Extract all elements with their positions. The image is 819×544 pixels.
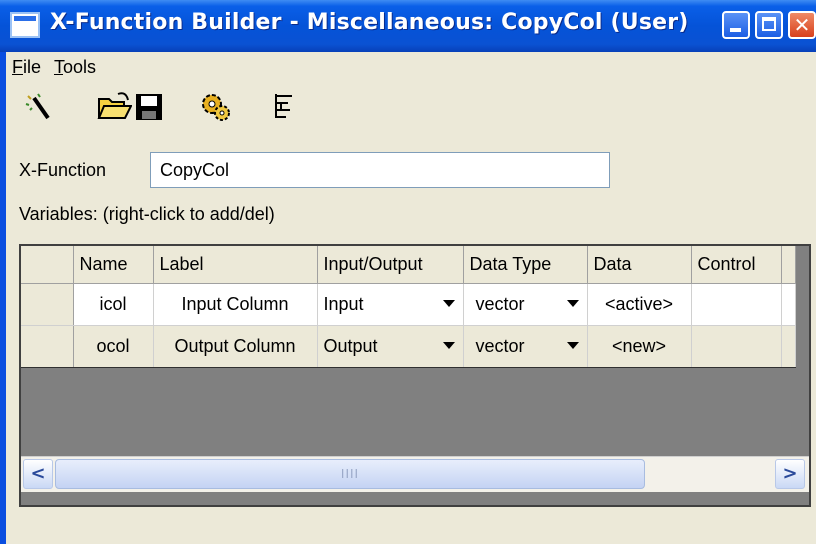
- scroll-thumb[interactable]: IIII: [55, 459, 645, 489]
- cell-data[interactable]: <new>: [587, 325, 692, 368]
- scroll-right-button[interactable]: >: [775, 459, 805, 489]
- header-filler: [781, 246, 796, 284]
- cell-filler: [781, 325, 796, 368]
- close-icon: ✕: [793, 13, 811, 37]
- header-label[interactable]: Label: [153, 246, 318, 284]
- cell-label[interactable]: Output Column: [153, 325, 318, 368]
- window-title: X-Function Builder - Miscellaneous: Copy…: [50, 10, 689, 35]
- header-input-output[interactable]: Input/Output: [317, 246, 464, 284]
- chevron-down-icon[interactable]: [566, 341, 579, 349]
- compile-button[interactable]: [198, 88, 234, 124]
- new-wizard-icon: [25, 93, 50, 120]
- menu-file[interactable]: File: [12, 57, 41, 78]
- new-wizard-button[interactable]: [20, 88, 56, 124]
- cell-data[interactable]: <active>: [587, 283, 692, 326]
- tree-view-button[interactable]: [268, 88, 304, 124]
- cell-data-type[interactable]: vector: [463, 325, 588, 368]
- minimize-icon: [730, 28, 741, 32]
- toolbar: [6, 88, 816, 132]
- save-disk-icon: [136, 94, 162, 120]
- horizontal-scrollbar[interactable]: < IIII >: [21, 456, 809, 492]
- scroll-left-button[interactable]: <: [23, 459, 53, 489]
- variables-table: Name Label Input/Output Data Type Data C…: [21, 246, 796, 368]
- cell-input-output[interactable]: Input: [317, 283, 464, 326]
- cell-data-type[interactable]: vector: [463, 283, 588, 326]
- tree-view-icon: [275, 94, 292, 118]
- open-folder-icon: [97, 92, 133, 119]
- cell-control[interactable]: [691, 325, 782, 368]
- table-row[interactable]: ocol Output Column Output vector <new>: [21, 325, 796, 368]
- corner-header: [21, 246, 74, 284]
- app-window: X-Function Builder - Miscellaneous: Copy…: [0, 0, 816, 544]
- gears-icon: [202, 94, 230, 121]
- maximize-icon: [762, 17, 776, 31]
- row-header[interactable]: [21, 325, 74, 368]
- menu-file-mnemonic: F: [12, 57, 23, 77]
- chevron-down-icon[interactable]: [442, 299, 455, 307]
- variables-grid[interactable]: Name Label Input/Output Data Type Data C…: [19, 244, 811, 507]
- header-data[interactable]: Data: [587, 246, 692, 284]
- xfunction-label: X-Function: [19, 160, 107, 180]
- open-button[interactable]: [96, 88, 133, 124]
- menu-tools-label: ools: [63, 57, 97, 77]
- menu-file-label: ile: [23, 57, 42, 77]
- cell-name[interactable]: icol: [73, 283, 154, 326]
- cell-data-type-value: vector: [475, 293, 525, 314]
- close-button[interactable]: ✕: [788, 11, 816, 39]
- variables-label: Variables: (right-click to add/del): [19, 204, 275, 224]
- header-name[interactable]: Name: [73, 246, 154, 284]
- cell-input-output-value: Input: [323, 293, 364, 314]
- cell-control[interactable]: [691, 283, 782, 326]
- cell-input-output-value: Output: [323, 335, 378, 356]
- cell-filler: [781, 283, 796, 326]
- dialog-client-area: File Tools X-Function CopyCol Variables:…: [6, 52, 816, 544]
- menu-bar: File Tools: [6, 52, 816, 82]
- grid-header-row: Name Label Input/Output Data Type Data C…: [21, 246, 796, 284]
- save-button[interactable]: [132, 88, 168, 124]
- minimize-button[interactable]: [722, 11, 750, 39]
- cell-name[interactable]: ocol: [73, 325, 154, 368]
- cell-label[interactable]: Input Column: [153, 283, 318, 326]
- app-window-icon[interactable]: [10, 12, 40, 38]
- title-bar[interactable]: X-Function Builder - Miscellaneous: Copy…: [0, 0, 816, 52]
- header-control[interactable]: Control: [691, 246, 782, 284]
- header-data-type[interactable]: Data Type: [463, 246, 588, 284]
- menu-tools[interactable]: Tools: [54, 57, 96, 78]
- menu-tools-mnemonic: T: [54, 57, 63, 77]
- chevron-down-icon[interactable]: [442, 341, 455, 349]
- maximize-button[interactable]: [755, 11, 783, 39]
- table-row[interactable]: icol Input Column Input vector <active>: [21, 283, 796, 326]
- row-header[interactable]: [21, 283, 74, 326]
- cell-data-type-value: vector: [475, 335, 525, 356]
- chevron-down-icon[interactable]: [566, 299, 579, 307]
- xfunction-name-input[interactable]: CopyCol: [150, 152, 610, 188]
- cell-input-output[interactable]: Output: [317, 325, 464, 368]
